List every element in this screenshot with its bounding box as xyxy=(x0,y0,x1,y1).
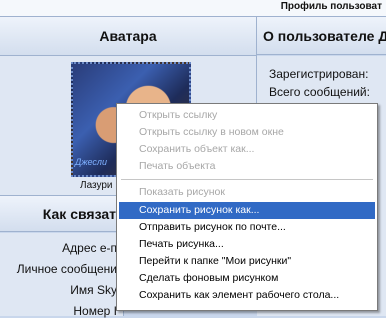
top-bar: Профиль пользоват xyxy=(0,0,386,17)
menu-separator xyxy=(121,179,373,180)
menu-save-object-as[interactable]: Сохранить объект как... xyxy=(119,141,375,158)
menu-save-picture-as[interactable]: Сохранить рисунок как... xyxy=(119,202,375,219)
menu-open-link[interactable]: Открыть ссылку xyxy=(119,107,375,124)
profile-title: Профиль пользоват xyxy=(280,1,382,12)
avatar-signature: Джесли xyxy=(75,157,108,167)
menu-open-link-new-window[interactable]: Открыть ссылку в новом окне xyxy=(119,124,375,141)
menu-set-as-background[interactable]: Сделать фоновым рисунком xyxy=(119,270,375,287)
contact-header: Как связат xyxy=(0,196,123,232)
menu-go-to-my-pictures[interactable]: Перейти к папке "Мои рисунки" xyxy=(119,253,375,270)
menu-print-object[interactable]: Печать объекта xyxy=(119,158,375,175)
email-label: Адрес e-п xyxy=(62,241,117,255)
private-message-label: Личное сообщени xyxy=(16,262,117,276)
skype-label: Имя Sky xyxy=(70,283,117,297)
context-menu: Открыть ссылку Открыть ссылку в новом ок… xyxy=(116,103,378,311)
menu-show-picture[interactable]: Показать рисунок xyxy=(119,184,375,201)
menu-print-picture[interactable]: Печать рисунка... xyxy=(119,236,375,253)
registered-label: Зарегистрирован: xyxy=(269,67,369,81)
contact-cell: Адрес e-п Личное сообщени Имя Sky Номер … xyxy=(0,233,124,318)
total-posts-label: Всего сообщений: xyxy=(269,85,370,99)
menu-email-picture[interactable]: Отправить рисунок по почте... xyxy=(119,219,375,236)
about-user-header: О пользователе Д xyxy=(257,17,386,55)
avatar-caption: Лазури xyxy=(80,180,113,191)
avatar-header: Аватара xyxy=(0,17,257,56)
menu-set-as-desktop-item[interactable]: Сохранить как элемент рабочего стола... xyxy=(119,287,375,304)
